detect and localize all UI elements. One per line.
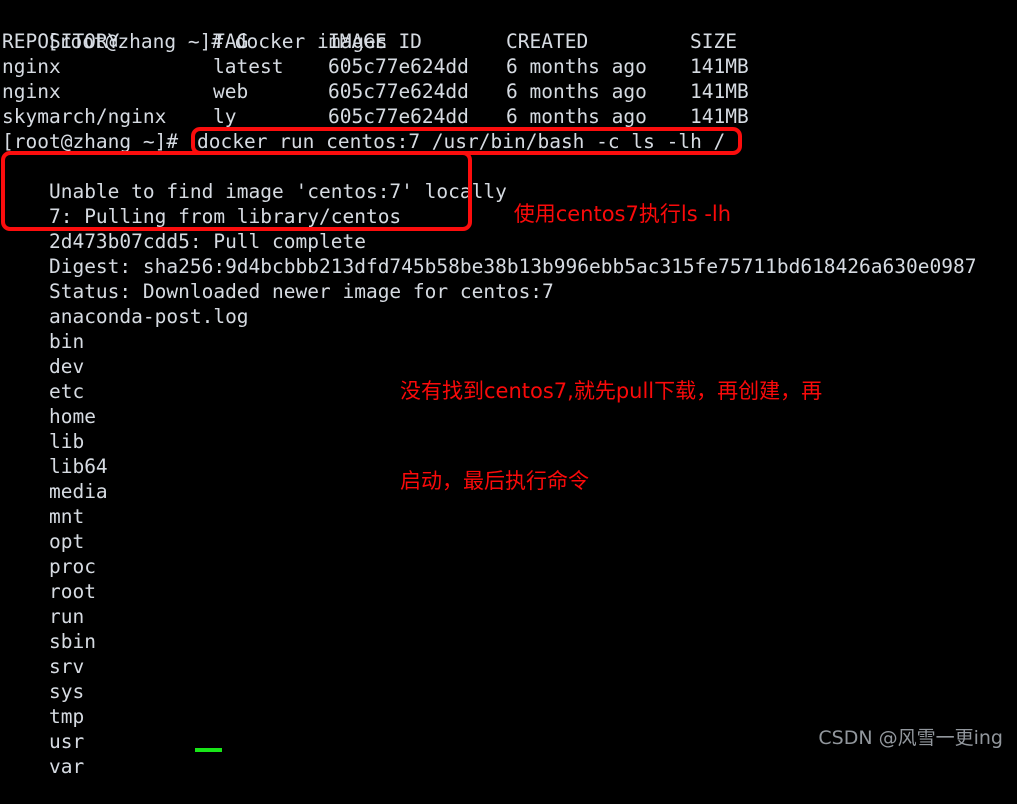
shell-prompt: [root@zhang ~]# [2, 130, 190, 153]
column-header-tag: TAG [213, 30, 249, 53]
cell-size: 141MB [690, 80, 749, 103]
annotation-text-line2: 启动，最后执行命令 [400, 469, 589, 493]
list-item: tmp [0, 679, 1017, 728]
column-header-image-id: IMAGE ID [328, 30, 422, 53]
cell-tag: latest [213, 55, 284, 78]
annotation-text-line1: 没有找到centos7,就先pull下载，再创建，再 [400, 379, 823, 403]
list-item: sys [0, 654, 1017, 703]
cell-repository: skymarch/nginx [2, 105, 167, 128]
annotation-text: 使用centos7执行ls -lh [513, 202, 732, 226]
list-item: root [0, 554, 1017, 603]
cell-tag: ly [213, 105, 237, 128]
terminal-cursor [195, 748, 222, 752]
list-item: srv [0, 629, 1017, 678]
annotation-note-command: 使用centos7执行ls -lh [487, 169, 731, 259]
cell-created: 6 months ago [506, 105, 647, 128]
list-item: anaconda-post.log [0, 279, 1017, 328]
cell-image-id: 605c77e624dd [328, 80, 469, 103]
cell-created: 6 months ago [506, 80, 647, 103]
cell-tag: web [213, 80, 249, 103]
terminal-line-docker-images: [root@zhang ~]# docker images [0, 4, 1017, 53]
column-header-size: SIZE [690, 30, 737, 53]
cell-size: 141MB [690, 105, 749, 128]
cell-repository: nginx [2, 80, 61, 103]
column-header-repository: REPOSITORY [2, 30, 120, 53]
csdn-watermark: CSDN @风雪一更ing [818, 727, 1003, 749]
cell-size: 141MB [690, 55, 749, 78]
cell-image-id: 605c77e624dd [328, 105, 469, 128]
cell-created: 6 months ago [506, 55, 647, 78]
column-header-created: CREATED [506, 30, 589, 53]
list-item: sbin [0, 604, 1017, 653]
annotation-note-pull: 没有找到centos7,就先pull下载，再创建，再 启动，最后执行命令 [400, 316, 920, 556]
docker-run-command: docker run centos:7 /usr/bin/bash -c ls … [197, 130, 726, 153]
cell-repository: nginx [2, 55, 61, 78]
terminal-window[interactable]: [root@zhang ~]# docker images [root@zhan… [0, 0, 1017, 778]
list-item: run [0, 579, 1017, 628]
dir-entry: var [48, 755, 85, 778]
cell-image-id: 605c77e624dd [328, 55, 469, 78]
